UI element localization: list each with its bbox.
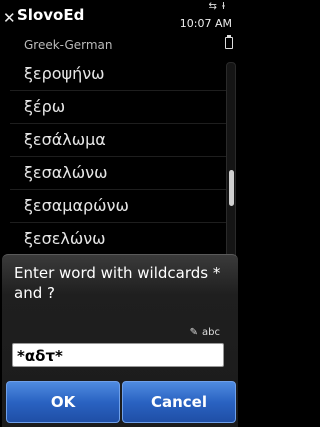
word-list: ξεροψήνω ξέρω ξεσάλωμα ξεσαλώνω ξεσαμαρώ… (0, 58, 226, 256)
list-item[interactable]: ξεσελώνω (0, 223, 226, 256)
title-bar: ✕ SlovoEd ⇆ Ɨ 10:07 AM (0, 0, 240, 34)
list-item[interactable]: ξέρω (0, 91, 226, 124)
scrollbar-thumb[interactable] (229, 170, 234, 206)
list-item[interactable]: ξεσαλώνω (0, 157, 226, 190)
cancel-button[interactable]: Cancel (122, 381, 236, 423)
word-label: ξεσαλώνω (24, 163, 108, 182)
list-item[interactable]: ξεροψήνω (0, 58, 226, 91)
app-title: SlovoEd (17, 6, 85, 24)
wildcard-search-dialog: Enter word with wildcards * and ? ✎ abc *… (2, 254, 238, 427)
ok-button[interactable]: OK (6, 381, 120, 423)
status-clock: 10:07 AM (179, 17, 232, 30)
word-label: ξέρω (24, 97, 66, 116)
word-label: ξεσάλωμα (24, 130, 106, 149)
input-mode-indicator: ✎ abc (190, 327, 220, 338)
close-icon[interactable]: ✕ (3, 10, 16, 26)
list-item[interactable]: ξεσάλωμα (0, 124, 226, 157)
dictionary-label: Greek-German (24, 38, 113, 52)
pen-icon: ✎ (189, 327, 199, 338)
dialog-prompt: Enter word with wildcards * and ? (14, 264, 221, 302)
word-label: ξεσελώνω (24, 229, 106, 248)
input-mode-label: abc (202, 327, 220, 338)
connectivity-icons: ⇆ Ɨ (208, 1, 226, 12)
wildcard-input[interactable]: *αδτ* (12, 343, 224, 367)
battery-icon (225, 35, 233, 49)
word-label: ξεροψήνω (24, 64, 105, 83)
word-label: ξεσαμαρώνω (24, 196, 129, 215)
list-item[interactable]: ξεσαμαρώνω (0, 190, 226, 223)
